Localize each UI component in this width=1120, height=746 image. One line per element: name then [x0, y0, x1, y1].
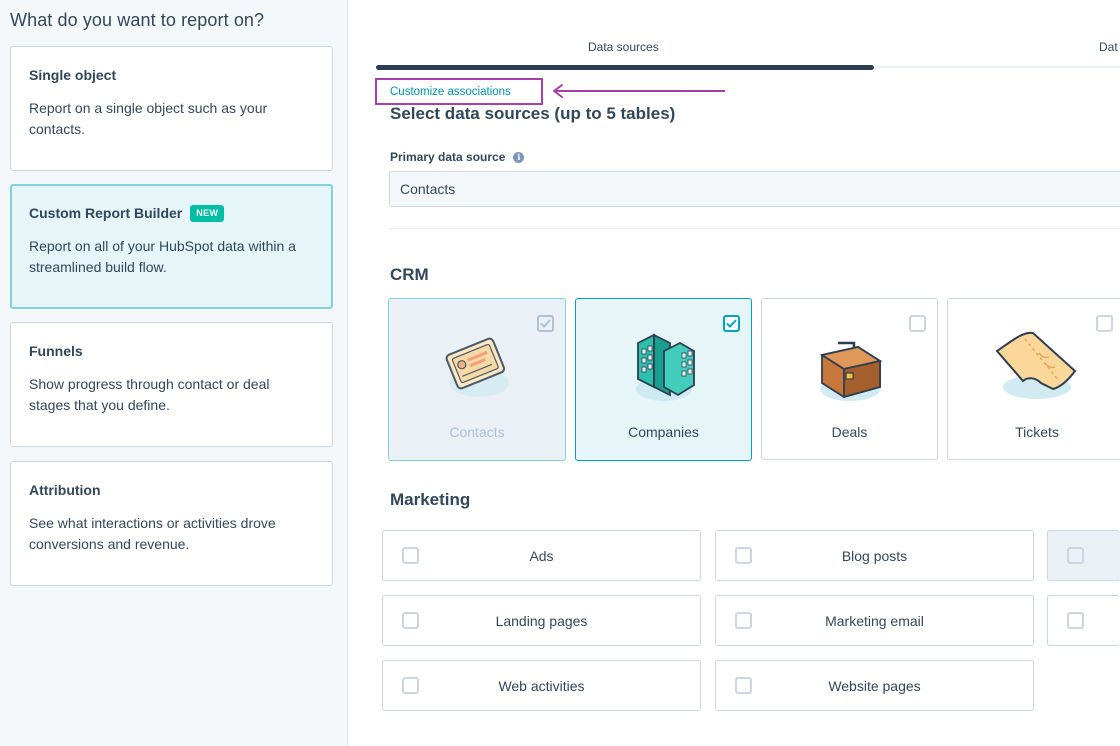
page-title: Select data sources (up to 5 tables): [390, 104, 676, 123]
marketing-tile-web-activities[interactable]: Web activities: [382, 660, 701, 711]
report-type-attribution[interactable]: Attribution See what interactions or act…: [10, 461, 333, 586]
marketing-section-title: Marketing: [390, 490, 471, 509]
card-description: Report on a single object such as your c…: [29, 100, 268, 137]
ticket-icon: [989, 325, 1085, 414]
primary-source-label: Primary data source: [390, 150, 506, 164]
crm-tile-deals[interactable]: Deals: [761, 298, 938, 460]
contacts-card-icon: [437, 325, 517, 414]
tile-label: Tickets: [1015, 424, 1059, 440]
buildings-icon: [624, 325, 704, 414]
checkbox-checked: [723, 315, 740, 332]
card-title: Custom Report Builder: [29, 205, 183, 221]
report-type-panel: What do you want to report on? Single ob…: [0, 0, 348, 746]
panel-heading: What do you want to report on?: [10, 10, 265, 30]
checkbox-unchecked: [1067, 612, 1084, 629]
card-description: See what interactions or activities drov…: [29, 515, 276, 552]
card-title: Attribution: [29, 482, 101, 498]
checkbox-unchecked: [909, 315, 926, 332]
tile-label: Marketing email: [825, 613, 924, 629]
checkbox-checked-disabled: [537, 315, 554, 332]
primary-source-label-row: Primary data source i: [390, 150, 525, 164]
tile-label: Companies: [628, 424, 699, 440]
marketing-tile-partial[interactable]: [1047, 530, 1120, 581]
tile-label: Web activities: [498, 678, 585, 694]
card-title: Funnels: [29, 343, 83, 359]
tile-label: Landing pages: [495, 613, 588, 629]
divider: [389, 228, 1120, 229]
tile-label: Ads: [529, 548, 554, 564]
card-description: Report on all of your HubSpot data withi…: [29, 238, 296, 275]
crm-tile-companies[interactable]: Companies: [575, 298, 752, 461]
primary-source-value: Contacts: [400, 181, 456, 197]
tile-label: Website pages: [828, 678, 921, 694]
marketing-tile-marketing-email[interactable]: Marketing email: [715, 595, 1034, 646]
report-type-single-object[interactable]: Single object Report on a single object …: [10, 46, 333, 171]
marketing-tile-ads[interactable]: Ads: [382, 530, 701, 581]
card-description: Show progress through contact or deal st…: [29, 376, 270, 413]
report-type-funnels[interactable]: Funnels Show progress through contact or…: [10, 322, 333, 447]
card-title: Single object: [29, 67, 117, 83]
tab-next-step[interactable]: Dat: [1099, 40, 1118, 54]
tab-data-sources[interactable]: Data sources: [588, 40, 659, 54]
tile-label: Deals: [831, 424, 868, 440]
marketing-tile-website-pages[interactable]: Website pages: [715, 660, 1034, 711]
annotation-arrow-icon: [553, 84, 725, 98]
briefcase-icon: [810, 325, 890, 414]
tile-label: Contacts: [449, 424, 505, 440]
tile-label: Blog posts: [841, 548, 908, 564]
customize-associations-highlight: Customize associations: [375, 78, 543, 105]
primary-source-select[interactable]: Contacts: [389, 171, 1120, 207]
marketing-tile-partial[interactable]: [1047, 595, 1120, 646]
crm-tile-tickets[interactable]: Tickets: [947, 298, 1120, 460]
crm-section-title: CRM: [390, 265, 429, 284]
step-progress-fill: [376, 65, 874, 70]
marketing-tile-blog-posts[interactable]: Blog posts: [715, 530, 1034, 581]
info-icon[interactable]: i: [513, 151, 525, 163]
crm-tile-contacts[interactable]: Contacts: [388, 298, 566, 461]
checkbox-unchecked: [1067, 547, 1084, 564]
new-badge: NEW: [190, 204, 225, 222]
checkbox-unchecked: [1096, 315, 1113, 332]
customize-associations-link[interactable]: Customize associations: [390, 86, 511, 98]
report-type-custom-report-builder[interactable]: Custom Report Builder NEW Report on all …: [10, 184, 333, 309]
marketing-tile-landing-pages[interactable]: Landing pages: [382, 595, 701, 646]
